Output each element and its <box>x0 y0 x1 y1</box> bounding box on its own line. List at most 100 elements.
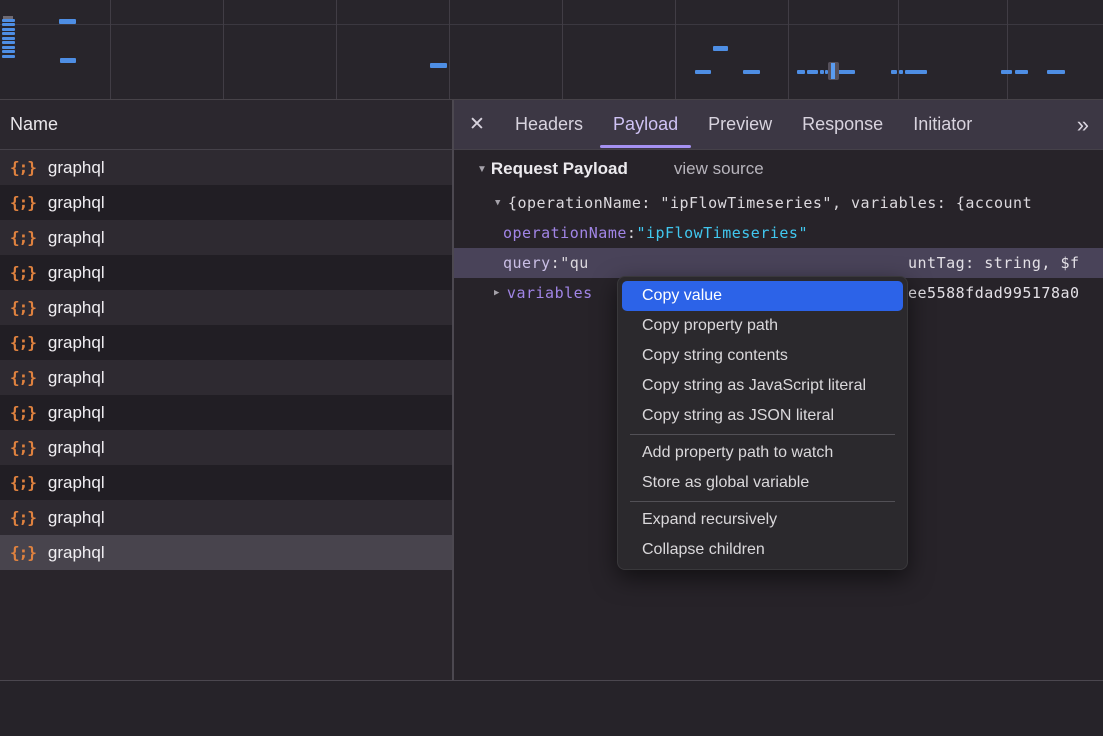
waterfall-bar <box>1047 70 1065 74</box>
json-braces-icon: {;} <box>10 263 36 282</box>
waterfall-bar <box>743 70 760 74</box>
request-name-label: graphql <box>48 333 105 353</box>
menu-item-copy-string-contents[interactable]: Copy string contents <box>618 341 907 371</box>
tab-response[interactable]: Response <box>787 100 898 149</box>
summary-footer <box>0 680 1103 736</box>
name-column-header[interactable]: Name <box>0 100 452 150</box>
request-row[interactable]: {;} graphql <box>0 465 452 500</box>
request-row[interactable]: {;}graphql <box>0 325 452 360</box>
menu-item-copy-string-as-javascript-literal[interactable]: Copy string as JavaScript literal <box>618 371 907 401</box>
json-braces-icon: {;} <box>10 193 36 212</box>
waterfall-bar <box>59 19 76 24</box>
request-row[interactable]: {;}graphql <box>0 150 452 185</box>
tree-row-operationname[interactable]: operationName: "ipFlowTimeseries" <box>454 218 1103 248</box>
waterfall-bar <box>2 32 15 35</box>
variables-preview-fragment: ee5588fdad995178a0 <box>908 278 1080 308</box>
devtools-network-panel: Name {;}graphql{;}graphql{;}graphql{;}gr… <box>0 0 1103 736</box>
request-name-label: graphql <box>48 298 105 318</box>
json-braces-icon: {;} <box>10 298 36 317</box>
waterfall-bar <box>2 41 15 44</box>
waterfall-bar <box>60 58 76 63</box>
collapse-triangle-icon[interactable]: ▼ <box>477 164 487 175</box>
view-source-link[interactable]: view source <box>674 159 764 179</box>
json-braces-icon: {;} <box>10 158 36 177</box>
request-row[interactable]: {;} graphql <box>0 395 452 430</box>
request-row[interactable]: {;} graphql <box>0 500 452 535</box>
request-name-label: graphql <box>48 508 105 528</box>
close-icon[interactable]: ✕ <box>454 100 500 149</box>
waterfall-bar <box>807 70 818 74</box>
waterfall-bar <box>905 70 927 74</box>
overview-selection-marker-bar <box>831 63 835 79</box>
overview-gridline <box>898 0 899 100</box>
waterfall-bar <box>430 63 447 68</box>
overview-gridline <box>336 0 337 100</box>
key-separator: : <box>627 224 637 242</box>
request-payload-section-header: ▼ Request Payload view source <box>454 150 1103 188</box>
property-key: query <box>503 254 551 272</box>
tab-initiator[interactable]: Initiator <box>898 100 987 149</box>
menu-item-copy-string-as-json-literal[interactable]: Copy string as JSON literal <box>618 401 907 431</box>
waterfall-bar <box>2 55 15 58</box>
overview-gridline <box>562 0 563 100</box>
waterfall-bar <box>713 46 728 51</box>
menu-item-collapse-children[interactable]: Collapse children <box>618 535 907 565</box>
property-value-right-fragment: untTag: string, $f <box>908 248 1080 278</box>
json-braces-icon: {;} <box>10 473 36 492</box>
detail-tab-bar: ✕ HeadersPayloadPreviewResponseInitiator… <box>454 100 1103 150</box>
waterfall-bar <box>2 28 15 31</box>
tab-headers[interactable]: Headers <box>500 100 598 149</box>
more-tabs-icon[interactable]: » <box>1063 100 1103 149</box>
overview-gridline <box>110 0 111 100</box>
menu-separator <box>630 434 895 435</box>
menu-item-copy-value[interactable]: Copy value <box>622 281 903 311</box>
request-list: {;} graphql {;} graphql {;} graphql {;} graphql… <box>0 150 452 680</box>
menu-item-expand-recursively[interactable]: Expand recursively <box>618 505 907 535</box>
request-row[interactable]: {;}graphql <box>0 535 452 570</box>
waterfall-bar <box>797 70 805 74</box>
waterfall-bar <box>2 37 15 40</box>
waterfall-bar <box>2 19 15 22</box>
request-name-label: graphql <box>48 438 105 458</box>
json-braces-icon: {;} <box>10 228 36 247</box>
tree-row-root[interactable]: ▼ {operationName: "ipFlowTimeseries", va… <box>454 188 1103 218</box>
overview-gridline <box>449 0 450 100</box>
waterfall-bar <box>891 70 897 74</box>
request-row[interactable]: {;} graphql <box>0 430 452 465</box>
waterfall-bar <box>695 70 711 74</box>
request-name-label: graphql <box>48 403 105 423</box>
menu-separator <box>630 501 895 502</box>
tab-preview[interactable]: Preview <box>693 100 787 149</box>
json-braces-icon: {;} <box>10 438 36 457</box>
request-name-label: graphql <box>48 368 105 388</box>
json-braces-icon: {;} <box>10 403 36 422</box>
waterfall-bar <box>2 46 15 49</box>
tree-row-query[interactable]: query: "qu untTag: string, $f <box>454 248 1103 278</box>
json-braces-icon: {;} <box>10 508 36 527</box>
collapse-triangle-icon[interactable]: ▼ <box>495 198 501 208</box>
menu-item-copy-property-path[interactable]: Copy property path <box>618 311 907 341</box>
expand-triangle-icon[interactable]: ▶ <box>494 288 500 298</box>
request-row[interactable]: {;}graphql <box>0 255 452 290</box>
request-row[interactable]: {;} graphql <box>0 290 452 325</box>
request-row[interactable]: {;} graphql <box>0 185 452 220</box>
overview-horizontal-gridline <box>0 24 1103 25</box>
request-name-label: graphql <box>48 193 105 213</box>
waterfall-bar <box>1015 70 1028 74</box>
waterfall-bar <box>2 50 15 53</box>
request-name-label: graphql <box>48 473 105 493</box>
waterfall-bar <box>838 70 855 74</box>
waterfall-bar <box>2 23 15 26</box>
context-menu: Copy valueCopy property pathCopy string … <box>617 276 908 570</box>
menu-item-add-property-path-to-watch[interactable]: Add property path to watch <box>618 438 907 468</box>
request-row[interactable]: {;} graphql <box>0 360 452 395</box>
menu-item-store-as-global-variable[interactable]: Store as global variable <box>618 468 907 498</box>
overview-gridline <box>223 0 224 100</box>
overview-gridline <box>788 0 789 100</box>
json-braces-icon: {;} <box>10 368 36 387</box>
network-overview-timeline[interactable] <box>0 0 1103 100</box>
root-object-preview: {operationName: "ipFlowTimeseries", vari… <box>508 194 1032 212</box>
request-row[interactable]: {;}graphql <box>0 220 452 255</box>
json-braces-icon: {;} <box>10 543 36 562</box>
tab-payload[interactable]: Payload <box>598 100 693 149</box>
